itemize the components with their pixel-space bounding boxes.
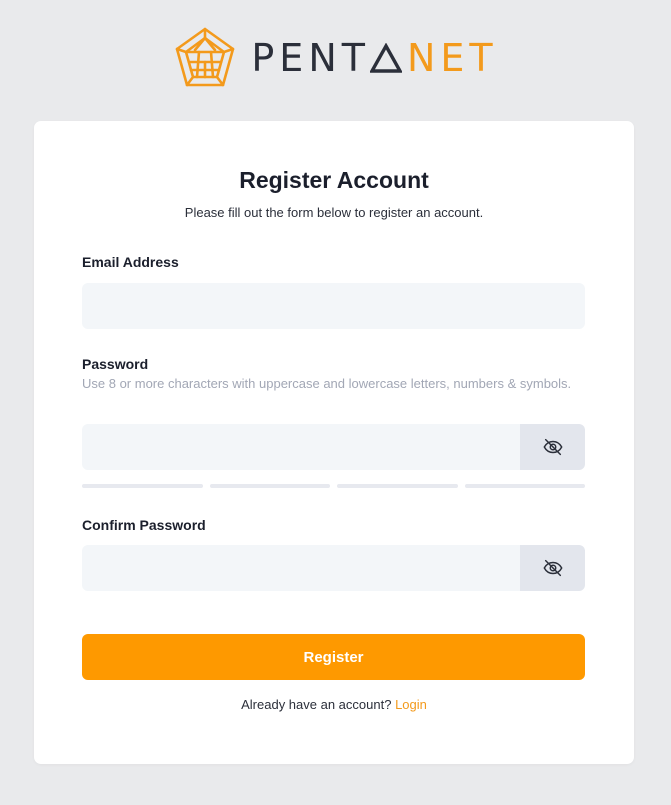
register-button[interactable]: Register [82,634,585,680]
confirm-password-visibility-toggle[interactable] [520,545,585,591]
strength-segment [337,484,458,488]
register-card: Register Account Please fill out the for… [34,121,634,764]
password-visibility-toggle[interactable] [520,424,585,470]
password-strength-meter [82,484,585,488]
brand-name-orange: NET [406,36,498,80]
email-label: Email Address [82,254,179,270]
pentagon-web-logo-icon [176,27,235,87]
page-subtitle: Please fill out the form below to regist… [184,205,484,220]
brand-name-dark: PENT [251,36,370,80]
login-prompt-text: Already have an account? [241,697,392,712]
email-field[interactable] [82,283,585,329]
login-prompt: Already have an account? Login [34,697,634,712]
brand-header: PENT A NET [0,0,671,120]
login-link[interactable]: Login [395,697,427,712]
brand-logo[interactable]: PENT A NET [173,26,497,90]
confirm-password-label: Confirm Password [82,517,206,533]
eye-slash-icon [543,559,562,577]
password-label: Password [82,356,149,372]
strength-segment [209,484,330,488]
strength-segment [464,484,585,488]
eye-slash-icon [543,438,562,456]
confirm-password-field[interactable] [82,545,520,591]
password-hint: Use 8 or more characters with uppercase … [82,376,572,391]
brand-delta-glyph: A [369,43,402,73]
password-field[interactable] [82,424,520,470]
page-title: Register Account [239,167,429,193]
brand-wordmark: PENT A NET [251,39,497,77]
strength-segment [82,484,203,488]
